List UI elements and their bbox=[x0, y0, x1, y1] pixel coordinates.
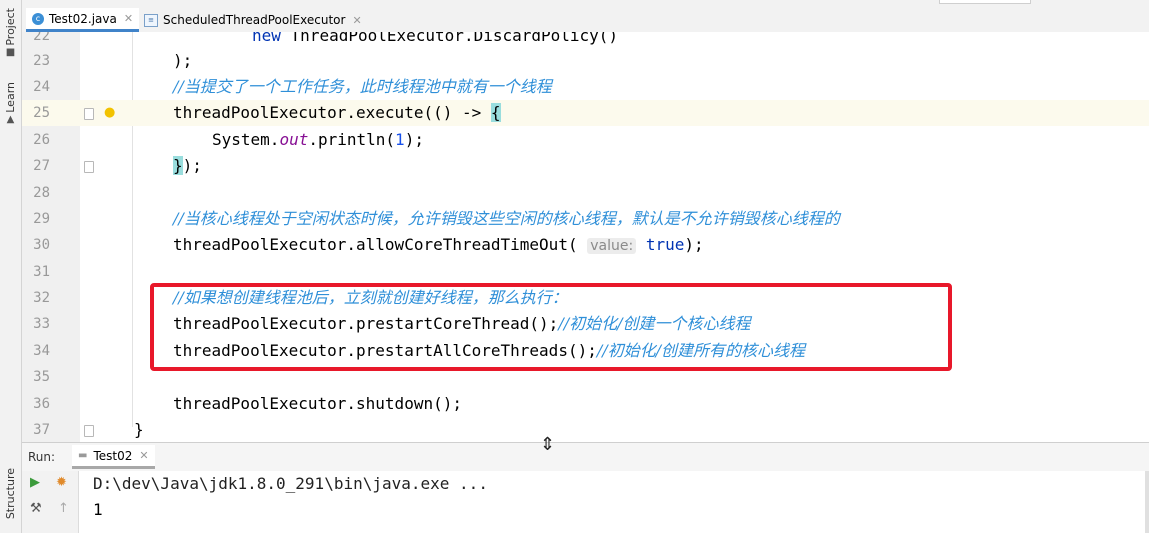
code-editor[interactable]: 22 new ThreadPoolExecutor.DiscardPolicy(… bbox=[22, 32, 1149, 442]
run-tab-test02[interactable]: ▬ Test02 ✕ bbox=[72, 445, 155, 469]
keyword-new: new bbox=[252, 32, 281, 45]
tab-label: Test02.java bbox=[49, 11, 117, 26]
static-field: out bbox=[279, 130, 309, 149]
code-segment: threadPoolExecutor.execute(() -> bbox=[173, 103, 491, 122]
line-number: 25 bbox=[33, 105, 50, 121]
structure-tool-tab[interactable]: Structure bbox=[2, 468, 19, 519]
code-line-29: 29 //当核心线程处于空闲状态时候，允许销毁这些空闲的核心线程，默认是不允许销… bbox=[22, 206, 1149, 232]
parameter-hint: value: bbox=[587, 238, 637, 254]
line-number: 36 bbox=[33, 396, 50, 412]
editor-tab-bar: c Test02.java ✕ ≡ ScheduledThreadPoolExe… bbox=[22, 0, 1149, 33]
close-icon[interactable]: ✕ bbox=[139, 449, 148, 462]
code-line-31: 31 bbox=[22, 259, 1149, 285]
line-number: 31 bbox=[33, 264, 50, 280]
run-panel-header: Run: ▬ Test02 ✕ bbox=[22, 442, 1149, 472]
project-tool-tab[interactable]: Project ■ bbox=[2, 8, 19, 58]
code-line-36: 36 threadPoolExecutor.shutdown(); bbox=[22, 391, 1149, 417]
code-text: threadPoolExecutor.allowCoreThreadTimeOu… bbox=[173, 232, 704, 259]
run-label: Run: bbox=[28, 450, 56, 464]
console-line: 1 bbox=[93, 500, 103, 519]
brace-highlight: } bbox=[173, 156, 183, 175]
folder-icon: ■ bbox=[5, 46, 16, 58]
class-file-icon: ≡ bbox=[144, 13, 158, 27]
code-text: } bbox=[134, 420, 144, 439]
line-number: 34 bbox=[33, 343, 50, 359]
tab-label: ScheduledThreadPoolExecutor bbox=[163, 13, 346, 27]
code-segment: .println( bbox=[308, 130, 396, 149]
code-line-28: 28 bbox=[22, 180, 1149, 206]
code-text: System.out.println(1); bbox=[212, 127, 424, 153]
rerun-icon[interactable]: ▶ bbox=[30, 475, 40, 491]
code-text: ); bbox=[173, 51, 193, 70]
close-icon[interactable]: ✕ bbox=[124, 12, 133, 25]
line-number: 27 bbox=[33, 158, 50, 174]
code-line-24: 24 //当提交了一个工作任务，此时线程池中就有一个线程 bbox=[22, 74, 1149, 100]
run-toolbar: ▶ ✹ ⚒ ↑ bbox=[22, 471, 79, 533]
tab-scheduledthreadpoolexecutor[interactable]: ≡ ScheduledThreadPoolExecutor ✕ bbox=[138, 8, 368, 32]
code-segment: threadPoolExecutor.allowCoreThreadTimeOu… bbox=[173, 235, 578, 254]
line-number: 23 bbox=[33, 53, 50, 69]
learn-tool-tab[interactable]: Learn ▲ bbox=[2, 82, 19, 125]
line-number: 35 bbox=[33, 369, 50, 385]
wrench-icon[interactable]: ⚒ bbox=[30, 501, 42, 517]
line-number: 22 bbox=[33, 32, 50, 44]
java-class-icon: c bbox=[32, 12, 44, 25]
code-line-30: 30 threadPoolExecutor.allowCoreThreadTim… bbox=[22, 232, 1149, 258]
code-line-23: 23 ); bbox=[22, 48, 1149, 74]
debug-icon[interactable]: ✹ bbox=[56, 475, 67, 491]
console-scrollbar[interactable] bbox=[1145, 471, 1149, 533]
project-tab-label: Project bbox=[4, 8, 17, 46]
code-segment: ); bbox=[182, 156, 202, 175]
learn-tab-label: Learn bbox=[4, 82, 17, 113]
tab-test02-java[interactable]: c Test02.java ✕ bbox=[26, 8, 140, 32]
line-number: 29 bbox=[33, 211, 50, 227]
line-number: 37 bbox=[33, 422, 50, 438]
run-tab-label: Test02 bbox=[93, 448, 133, 463]
run-config-icon: ▬ bbox=[78, 450, 88, 461]
code-text: threadPoolExecutor.shutdown(); bbox=[173, 394, 462, 413]
code-text: threadPoolExecutor.execute(() -> { bbox=[173, 100, 501, 126]
code-segment: ); bbox=[404, 130, 424, 149]
code-text-rest: ThreadPoolExecutor.DiscardPolicy() bbox=[290, 32, 619, 45]
highlight-annotation-box bbox=[150, 283, 952, 371]
fold-marker[interactable] bbox=[84, 108, 94, 120]
number-literal: 1 bbox=[395, 130, 405, 149]
code-line-27: 27 }); bbox=[22, 153, 1149, 179]
brace-highlight: { bbox=[490, 103, 501, 122]
code-comment: //当提交了一个工作任务，此时线程池中就有一个线程 bbox=[173, 77, 552, 96]
line-number: 26 bbox=[33, 132, 50, 148]
console-line: D:\dev\Java\jdk1.8.0_291\bin\java.exe ..… bbox=[93, 474, 488, 493]
keyword-true: true bbox=[645, 235, 685, 254]
structure-tab-label: Structure bbox=[4, 468, 17, 520]
toolbar-field bbox=[939, 0, 1031, 4]
code-segment: ); bbox=[684, 235, 704, 254]
left-tool-strip: Project ■ Learn ▲ Structure bbox=[0, 0, 22, 533]
fold-marker[interactable] bbox=[84, 425, 94, 437]
code-line-26: 26 System.out.println(1); bbox=[22, 127, 1149, 153]
code-text: }); bbox=[173, 153, 202, 179]
run-console[interactable]: D:\dev\Java\jdk1.8.0_291\bin\java.exe ..… bbox=[79, 471, 1149, 533]
line-number: 30 bbox=[33, 237, 50, 253]
line-number: 28 bbox=[33, 185, 50, 201]
code-line-25: 25 ● threadPoolExecutor.execute(() -> { bbox=[22, 100, 1149, 127]
close-icon[interactable]: ✕ bbox=[352, 14, 361, 27]
arrow-up-icon[interactable]: ↑ bbox=[58, 501, 69, 517]
code-text: new ThreadPoolExecutor.DiscardPolicy() bbox=[252, 32, 618, 49]
fold-marker[interactable] bbox=[84, 161, 94, 173]
line-number: 24 bbox=[33, 79, 50, 95]
line-number: 33 bbox=[33, 316, 50, 332]
line-number: 32 bbox=[33, 290, 50, 306]
code-line-37: 37 } bbox=[22, 417, 1149, 442]
graduation-cap-icon: ▲ bbox=[6, 113, 15, 125]
lightbulb-icon[interactable]: ● bbox=[104, 100, 115, 126]
code-comment: //当核心线程处于空闲状态时候，允许销毁这些空闲的核心线程，默认是不允许销毁核心… bbox=[173, 209, 840, 228]
code-segment: System. bbox=[212, 130, 280, 149]
resize-cursor-icon: ⇕ bbox=[540, 434, 556, 455]
code-line-22: 22 new ThreadPoolExecutor.DiscardPolicy(… bbox=[22, 32, 1149, 49]
